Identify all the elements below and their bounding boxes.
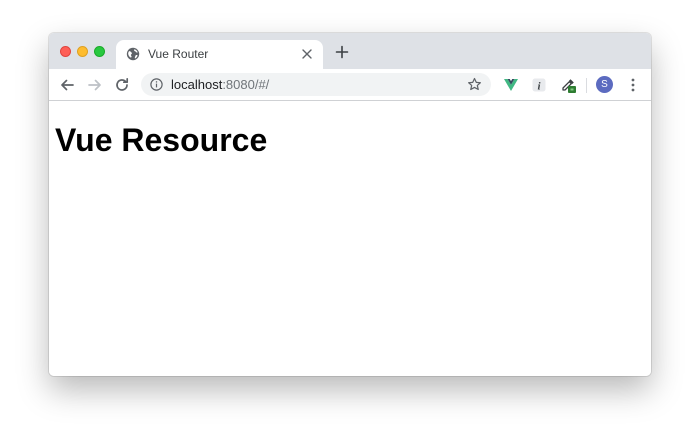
window-minimize-button[interactable]	[77, 46, 88, 57]
arrow-left-icon	[61, 79, 74, 91]
url-host: localhost	[171, 77, 223, 92]
arrow-right-icon	[88, 79, 101, 91]
info-italic-icon[interactable]: i	[531, 77, 547, 93]
forward-button[interactable]	[85, 75, 105, 95]
kebab-menu-icon[interactable]	[625, 77, 641, 93]
tab-strip: Vue Router	[49, 33, 651, 69]
back-button[interactable]	[57, 75, 77, 95]
profile-avatar[interactable]: S	[596, 76, 613, 93]
eyedropper-icon[interactable]	[560, 77, 576, 93]
star-icon[interactable]	[467, 77, 482, 92]
profile-initial: S	[601, 79, 608, 90]
vue-devtools-icon[interactable]	[503, 77, 519, 93]
window-maximize-button[interactable]	[94, 46, 105, 57]
globe-icon	[126, 47, 140, 61]
tab-vue-router[interactable]: Vue Router	[116, 40, 323, 69]
close-icon	[302, 49, 312, 59]
browser-window: Vue Router localhost:8080/#/ i S Vue Res…	[49, 33, 651, 376]
tab-close-button[interactable]	[299, 46, 315, 62]
reload-button[interactable]	[112, 75, 132, 95]
page-heading: Vue Resource	[55, 122, 268, 158]
toolbar-divider	[586, 78, 587, 93]
plus-icon	[335, 45, 349, 59]
new-tab-button[interactable]	[332, 42, 352, 62]
page-content: Vue Resource	[49, 101, 651, 376]
window-close-button[interactable]	[60, 46, 71, 57]
browser-toolbar: localhost:8080/#/ i S	[49, 69, 651, 101]
reload-icon	[116, 77, 129, 91]
tab-title: Vue Router	[148, 47, 209, 61]
address-text[interactable]: localhost:8080/#/	[171, 77, 269, 92]
url-path: :8080/#/	[222, 77, 270, 92]
address-bar[interactable]: localhost:8080/#/	[141, 73, 491, 96]
info-icon[interactable]	[150, 78, 163, 91]
